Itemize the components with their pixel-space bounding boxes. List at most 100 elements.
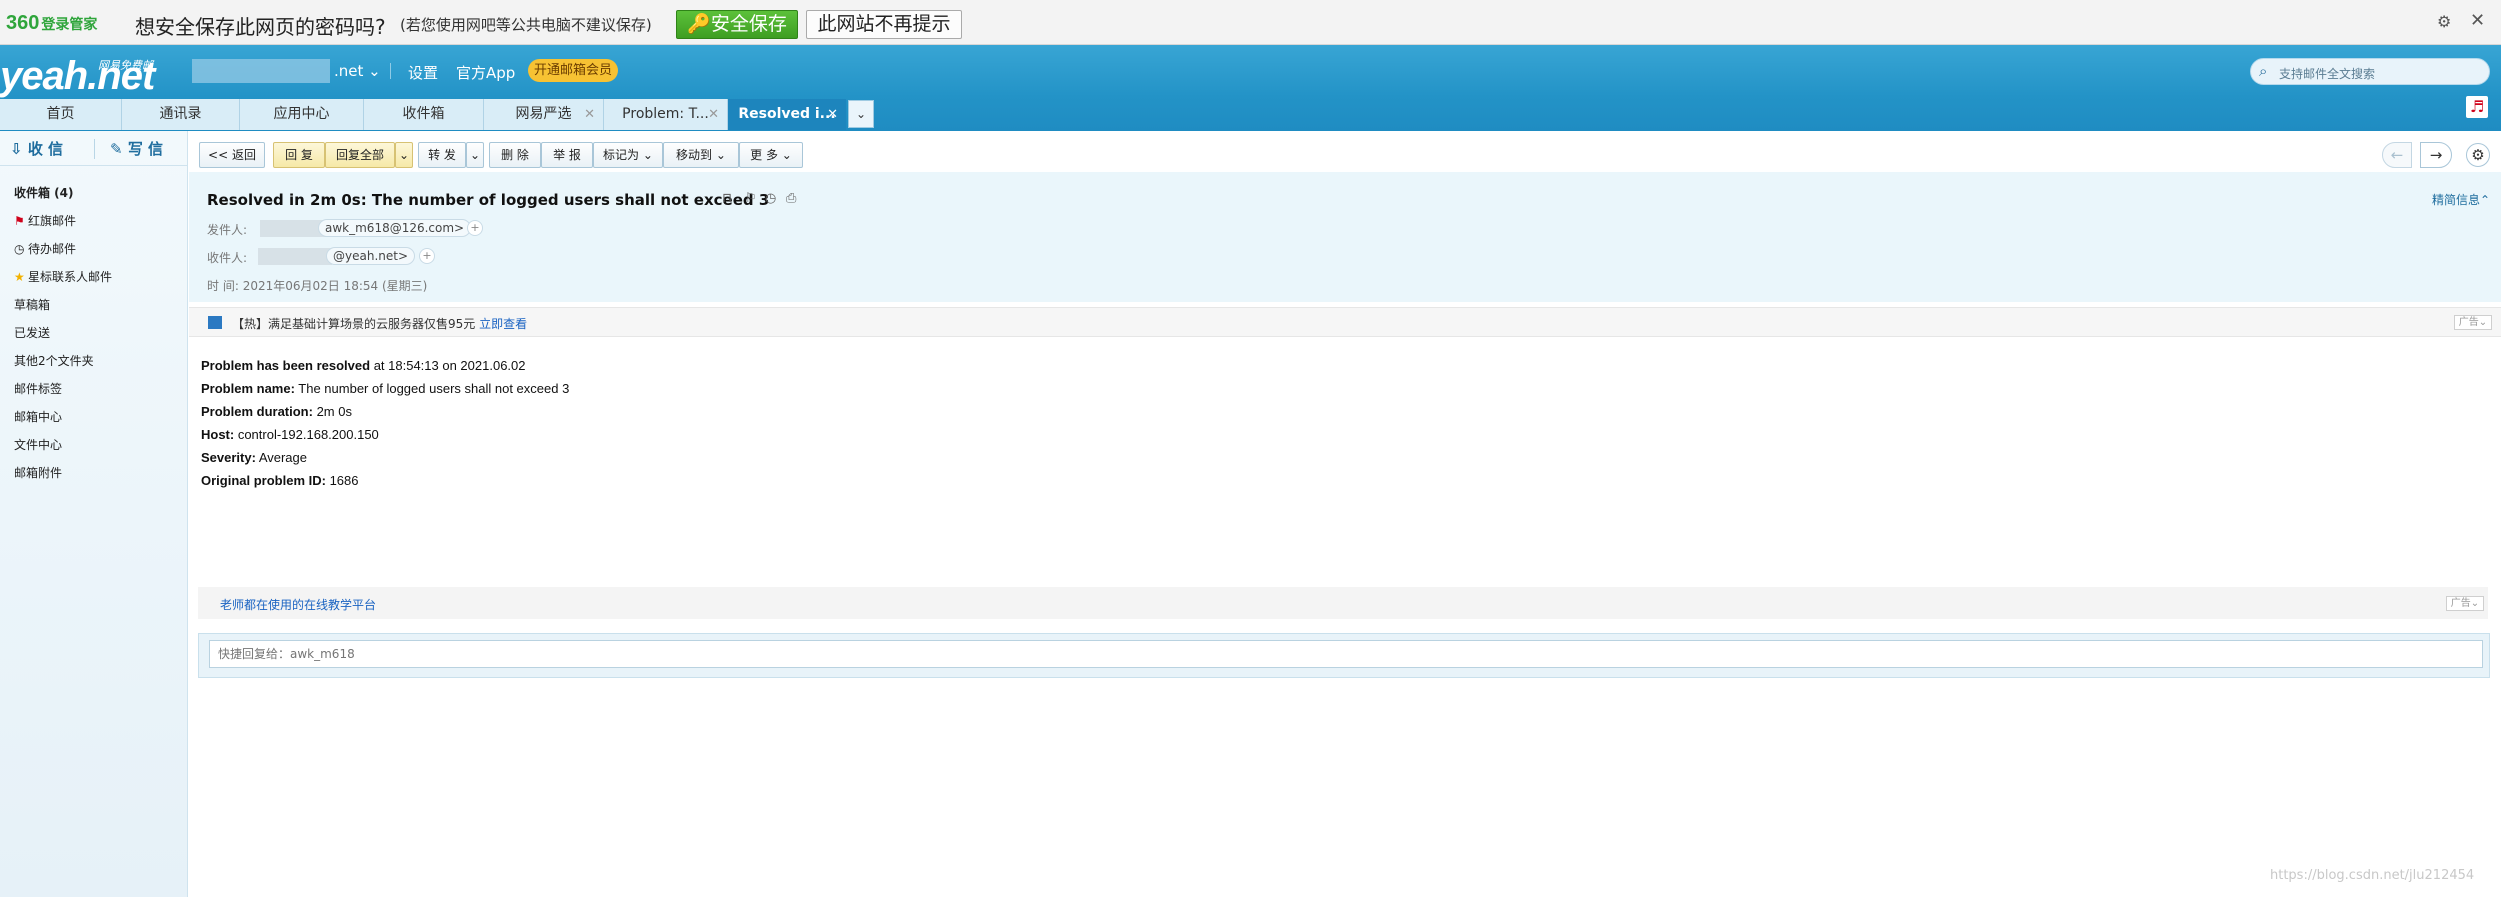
back-button[interactable]: << 返回	[199, 142, 265, 168]
mark-as-menu[interactable]: 标记为 ⌄	[593, 142, 663, 168]
ad-badge[interactable]: 广告⌄	[2454, 315, 2492, 330]
tab-app-center[interactable]: 应用中心	[240, 99, 364, 130]
sidebar-item-other-folders[interactable]: 其他2个文件夹	[14, 352, 94, 369]
search-placeholder: 支持邮件全文搜索	[2279, 67, 2376, 81]
move-to-menu[interactable]: 移动到 ⌄	[663, 142, 739, 168]
mail-search-input[interactable]: ⌕ 支持邮件全文搜索	[2250, 58, 2490, 85]
body-line-resolved: Problem has been resolved at 18:54:13 on…	[201, 358, 526, 373]
sidebar-item-sent[interactable]: 已发送	[14, 324, 50, 341]
recipient-address-chip[interactable]: @yeah.net>	[326, 247, 416, 265]
sidebar-item-mail-center[interactable]: 邮箱中心	[14, 408, 62, 425]
chevron-down-icon: ⌄	[715, 148, 726, 162]
save-password-hint: (若您使用网吧等公共电脑不建议保存)	[400, 16, 652, 34]
ad-strip	[189, 307, 2501, 337]
sidebar-item-inbox[interactable]: 收件箱 (4)	[14, 184, 74, 201]
close-tab-icon[interactable]: ✕	[584, 99, 595, 130]
vip-button[interactable]: 开通邮箱会员	[528, 59, 618, 82]
music-icon[interactable]: ♬	[2466, 96, 2488, 118]
body-line-problem-name: Problem name: The number of logged users…	[201, 381, 570, 396]
chevron-down-icon: ⌄	[642, 148, 653, 162]
ad-link[interactable]: 立即查看	[479, 317, 527, 331]
add-recipient-plus-icon[interactable]: +	[419, 248, 435, 264]
inbox-icon: ⇩	[10, 140, 23, 158]
sidebar-separator	[0, 165, 188, 166]
logo-subtitle: 网易免费邮	[98, 59, 153, 72]
sidebar-item-flagged[interactable]: ⚑ 红旗邮件	[14, 212, 76, 229]
sidebar-item-drafts[interactable]: 草稿箱	[14, 296, 50, 313]
sidebar-item-todo[interactable]: ◷ 待办邮件	[14, 240, 76, 257]
sender-address-chip[interactable]: awk_m618@126.com>	[318, 219, 472, 237]
delete-button[interactable]: 删 除	[489, 142, 541, 168]
sidebar-item-starred[interactable]: ★ 星标联系人邮件	[14, 268, 112, 285]
settings-link[interactable]: 设置	[408, 62, 438, 83]
next-mail-arrow-icon[interactable]: →	[2420, 142, 2452, 168]
time-label: 时 间: 2021年06月02日 18:54 (星期三)	[207, 279, 428, 293]
official-app-link[interactable]: 官方App	[456, 62, 515, 83]
to-label: 收件人:	[207, 251, 248, 265]
search-icon: ⌕	[2259, 62, 2268, 80]
sidebar-divider	[94, 139, 95, 159]
reply-button[interactable]: 回 复	[273, 142, 325, 168]
account-menu[interactable]: .net ⌄	[334, 62, 381, 80]
chevron-down-icon: ⌄	[781, 148, 792, 162]
tab-home[interactable]: 首页	[0, 99, 122, 130]
add-sender-plus-icon[interactable]: +	[467, 220, 483, 236]
watermark: https://blog.csdn.net/jlu212454	[2270, 868, 2475, 883]
key-icon: 🔑	[687, 13, 711, 35]
account-name-redacted	[192, 59, 330, 83]
forward-button[interactable]: 转 发	[418, 142, 466, 168]
reply-dropdown-chevron-icon[interactable]: ⌄	[395, 142, 413, 168]
write-mail-button[interactable]: ✎ 写 信	[110, 138, 163, 159]
brief-info-toggle[interactable]: 精简信息⌃	[2432, 191, 2490, 208]
mail-body: Problem has been resolved at 18:54:13 on…	[201, 354, 569, 492]
password-save-bar: 360 登录管家 想安全保存此网页的密码吗? (若您使用网吧等公共电脑不建议保存)…	[0, 0, 2501, 45]
body-line-host: Host: control-192.168.200.150	[201, 427, 379, 442]
body-line-duration: Problem duration: 2m 0s	[201, 404, 352, 419]
print-icon[interactable]: ⎙	[786, 191, 796, 206]
prev-mail-arrow-icon[interactable]: ←	[2382, 142, 2412, 168]
close-tab-icon[interactable]: ✕	[827, 99, 838, 130]
save-password-question: 想安全保存此网页的密码吗?	[135, 15, 386, 39]
tab-problem[interactable]: Problem: T... ✕	[604, 99, 728, 130]
close-icon[interactable]: ✕	[2470, 10, 2485, 31]
body-line-problem-id: Original problem ID: 1686	[201, 473, 359, 488]
tab-resolved[interactable]: Resolved i... ✕	[728, 99, 846, 130]
star-icon: ★	[14, 270, 25, 284]
tab-contacts[interactable]: 通讯录	[122, 99, 240, 130]
more-menu[interactable]: 更 多 ⌄	[739, 142, 803, 168]
view-settings-gear-icon[interactable]: ⚙	[2466, 143, 2490, 167]
ad-text[interactable]: 【热】满足基础计算场景的云服务器仅售95元 立即查看	[232, 315, 527, 332]
recipient-name-redacted	[258, 248, 332, 265]
360-logo: 360 登录管家	[6, 12, 98, 34]
compose-icon: ✎	[110, 140, 123, 158]
mail-subject: Resolved in 2m 0s: The number of logged …	[207, 191, 770, 209]
bookmark-icon[interactable]: ⊓	[722, 191, 732, 206]
body-line-severity: Severity: Average	[201, 450, 308, 465]
ad-square-icon	[208, 316, 222, 329]
quick-reply-input[interactable]	[209, 640, 2483, 668]
from-label: 发件人:	[207, 223, 248, 237]
ad-strip-2	[198, 587, 2488, 619]
report-button[interactable]: 举 报	[541, 142, 593, 168]
gear-icon[interactable]: ⚙	[2437, 12, 2451, 31]
tab-inbox[interactable]: 收件箱	[364, 99, 484, 130]
forward-dropdown-chevron-icon[interactable]: ⌄	[466, 142, 484, 168]
tab-overflow-chevron-icon[interactable]: ⌄	[848, 100, 874, 128]
close-tab-icon[interactable]: ✕	[708, 99, 719, 130]
receive-mail-button[interactable]: ⇩ 收 信	[10, 138, 63, 159]
never-ask-button[interactable]: 此网站不再提示	[806, 10, 962, 39]
header-divider	[390, 63, 391, 79]
sidebar-item-labels[interactable]: 邮件标签	[14, 380, 62, 397]
flag-icon[interactable]: ⚐	[745, 191, 757, 206]
clock-icon: ◷	[14, 242, 25, 256]
sidebar-item-attachments[interactable]: 邮箱附件	[14, 464, 62, 481]
sender-name-redacted	[260, 220, 326, 237]
safe-save-button[interactable]: 🔑安全保存	[676, 10, 798, 39]
tab-yanxuan[interactable]: 网易严选 ✕	[484, 99, 604, 130]
time-value: 2021年06月02日 18:54 (星期三)	[242, 279, 428, 293]
ad2-link[interactable]: 老师都在使用的在线教学平台	[220, 596, 376, 613]
reminder-clock-icon[interactable]: ◷	[765, 191, 776, 206]
ad2-badge[interactable]: 广告⌄	[2446, 596, 2484, 611]
reply-all-button[interactable]: 回复全部	[325, 142, 395, 168]
sidebar-item-file-center[interactable]: 文件中心	[14, 436, 62, 453]
